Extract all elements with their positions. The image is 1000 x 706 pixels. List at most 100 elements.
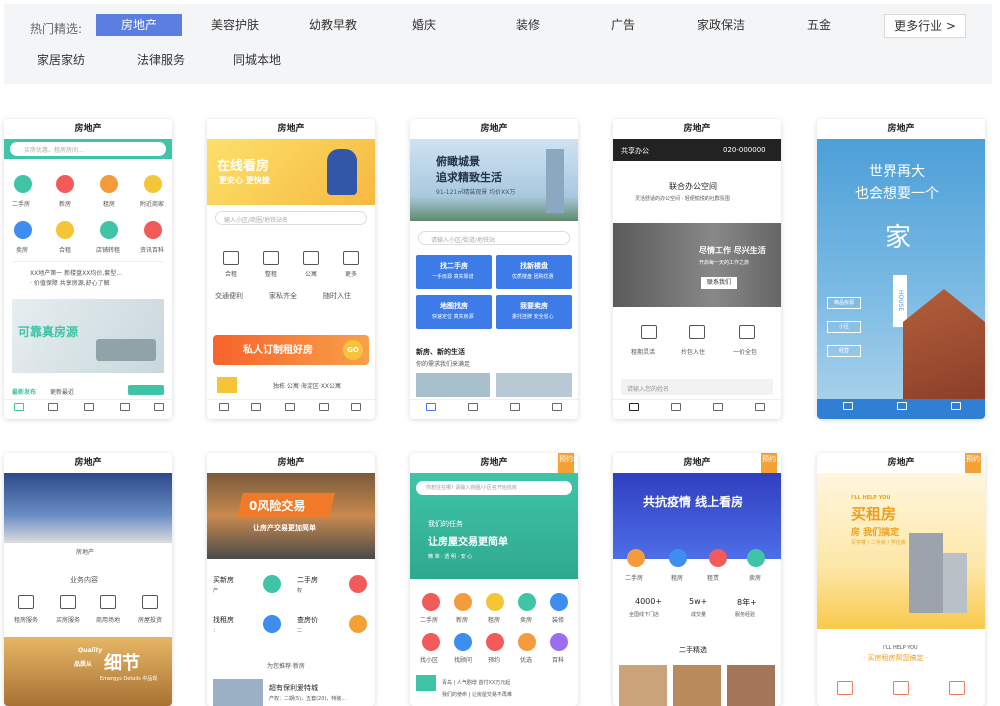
quality-banner[interactable]: Quality 细节 品质从 Emergys Details 中品现: [4, 637, 172, 706]
new-building-button[interactable]: 找新楼盘 优质楼盘 团购优惠: [496, 255, 572, 289]
filter-item-legal[interactable]: 法律服务: [126, 49, 196, 71]
second-hand-icon[interactable]: [627, 549, 645, 567]
more-industries-button[interactable]: 更多行业 >: [884, 14, 966, 38]
sell-icon[interactable]: [14, 221, 32, 239]
news-icon[interactable]: [144, 221, 162, 239]
share-rent-icon[interactable]: [56, 221, 74, 239]
shared-rent-icon[interactable]: [223, 251, 239, 265]
promo-banner[interactable]: 可靠真房源: [12, 299, 164, 373]
listing-image[interactable]: [673, 665, 721, 706]
new-house-icon[interactable]: [454, 593, 472, 611]
banner[interactable]: 在线看房 更安心 更快捷: [207, 139, 375, 205]
filter-item-home-textiles[interactable]: 家居家纺: [26, 49, 96, 71]
filter-item-beauty[interactable]: 美容护肤: [200, 14, 270, 36]
price-icon[interactable]: [349, 615, 367, 633]
decoration-icon[interactable]: [550, 593, 568, 611]
listing-image[interactable]: [213, 679, 263, 706]
template-card-8[interactable]: 房地产 预约 你想住在哪? 请输入商圈/小区名开始找房 我们的任务 让房屋交易更…: [410, 453, 578, 706]
space-tab-icon[interactable]: [671, 403, 681, 411]
map-search-button[interactable]: 地图找房 快速定位 真实房源: [416, 295, 492, 329]
home-tab-icon[interactable]: [843, 402, 853, 410]
news-line[interactable]: 我们的使命 | 让房屋交易不再难: [442, 691, 512, 698]
search-input[interactable]: 买房优惠、租房房间...: [10, 142, 166, 156]
home-tab-icon[interactable]: [629, 403, 639, 411]
banner[interactable]: 你想住在哪? 请输入商圈/小区名开始找房 我们的任务 让房屋交易更简单 精 准 …: [410, 473, 578, 579]
sell-house-button[interactable]: 我要卖房 委托挂牌 安全省心: [496, 295, 572, 329]
filter-item-early-education[interactable]: 幼教早教: [298, 14, 368, 36]
nearby-icon[interactable]: [144, 175, 162, 193]
more-icon[interactable]: [343, 251, 359, 265]
manage-button[interactable]: 经营: [827, 345, 861, 357]
listing-image[interactable]: [727, 665, 775, 706]
rent-service-icon[interactable]: [18, 595, 34, 609]
template-card-10[interactable]: 房地产 预约 I'LL HELP YOU 买租房 房 我们搞定 写字楼 / 二手…: [817, 453, 985, 706]
quality-listing-button[interactable]: 精品房源: [827, 297, 861, 309]
banner[interactable]: 0风险交易 让房产交易更加简单: [207, 473, 375, 559]
home-tab-icon[interactable]: [219, 403, 229, 411]
new-tab-icon[interactable]: [48, 403, 58, 411]
knowledge-tab-icon[interactable]: [951, 402, 961, 410]
second-tab-icon[interactable]: [84, 403, 94, 411]
wiki-icon[interactable]: [550, 633, 568, 651]
template-card-1[interactable]: 房地产 买房优惠、租房房间... 二手房 新房 租房 附近商家 卖房 合租 店铺…: [4, 119, 172, 419]
city-banner[interactable]: [4, 473, 172, 543]
filter-item-advertising[interactable]: 广告: [598, 14, 648, 36]
home-tab-icon[interactable]: [14, 403, 24, 411]
listing-image[interactable]: [416, 373, 490, 397]
commercial-icon[interactable]: [100, 595, 116, 609]
community-button[interactable]: 小区: [827, 321, 861, 333]
shop-transfer-icon[interactable]: [100, 221, 118, 239]
template-card-6[interactable]: 房地产 房地产 业务内容 租房服务 买房服务 商用场地 房屋投资 Quality…: [4, 453, 172, 706]
rent-icon[interactable]: [669, 549, 687, 567]
second-hand-icon[interactable]: [893, 681, 909, 695]
community-icon[interactable]: [422, 633, 440, 651]
investment-icon[interactable]: [142, 595, 158, 609]
search-input[interactable]: 输入小区/商圈/地铁站名: [215, 211, 367, 225]
about-tab-icon[interactable]: [552, 403, 562, 411]
template-card-4[interactable]: 房地产 共享办公 020-000000 联合办公空间 灵活舒适的办公空间 · 轻…: [613, 119, 781, 419]
lease-icon[interactable]: [709, 549, 727, 567]
phone-number[interactable]: 020-000000: [723, 146, 766, 154]
deals-tab-icon[interactable]: [251, 403, 261, 411]
template-card-9[interactable]: 房地产 预约 共抗疫情 线上看房 二手房 租房 租赁 卖房 4000+ 5w+ …: [613, 453, 781, 706]
template-card-7[interactable]: 房地产 0风险交易 让房产交易更加简单 买新房 产 二手房 权 找租房 ： 查房…: [207, 453, 375, 706]
template-card-3[interactable]: 房地产 俯瞰城景 追求精致生活 91-121㎡精装观景 均价XX万 请输入小区/…: [410, 119, 578, 419]
template-card-5[interactable]: 房地产 世界再大 也会想要一个 家 HOUSE 精品房源 小区 经营: [817, 119, 985, 419]
news-line[interactable]: 青岛 | 人气剧增 首付XX万元起: [442, 679, 510, 686]
school-house-icon[interactable]: [949, 681, 965, 695]
contact-tab-icon[interactable]: [755, 403, 765, 411]
listing-image[interactable]: [619, 665, 667, 706]
me-tab-icon[interactable]: [351, 403, 361, 411]
rent-icon[interactable]: [263, 615, 281, 633]
banner[interactable]: 俯瞰城景 追求精致生活 91-121㎡精装观景 均价XX万: [410, 139, 578, 221]
preferred-icon[interactable]: [518, 633, 536, 651]
sell-icon[interactable]: [518, 593, 536, 611]
filter-item-housekeeping[interactable]: 家政保洁: [686, 14, 756, 36]
filter-item-real-estate[interactable]: 房地产: [96, 14, 182, 36]
second-hand-icon[interactable]: [14, 175, 32, 193]
template-card-2[interactable]: 房地产 在线看房 更安心 更快捷 输入小区/商圈/地铁站名 合租 整租 公寓 更…: [207, 119, 375, 419]
new-house-icon[interactable]: [56, 175, 74, 193]
find-tab-icon[interactable]: [319, 403, 329, 411]
filter-item-local[interactable]: 同城本地: [222, 49, 292, 71]
buy-service-icon[interactable]: [60, 595, 76, 609]
advisor-icon[interactable]: [454, 633, 472, 651]
banner[interactable]: 共抗疫情 线上看房: [613, 473, 781, 559]
reserve-icon[interactable]: [486, 633, 504, 651]
name-input[interactable]: 请输入您的姓名: [621, 379, 773, 395]
contact-button[interactable]: 联系我们: [701, 277, 737, 289]
home-tab-icon[interactable]: [426, 403, 436, 411]
second-hand-button[interactable]: 找二手房 一手房源 真实靠谱: [416, 255, 492, 289]
filter-item-wedding[interactable]: 婚庆: [396, 14, 452, 36]
rent-icon[interactable]: [100, 175, 118, 193]
apartment-icon[interactable]: [303, 251, 319, 265]
search-input[interactable]: 请输入小区/街道/地铁站: [418, 231, 570, 245]
sell-icon[interactable]: [747, 549, 765, 567]
filter-item-hardware[interactable]: 五金: [796, 14, 842, 36]
office-banner[interactable]: 尽情工作 尽兴生活 开启每一天的工作之旅 联系我们: [613, 223, 781, 307]
new-house-icon[interactable]: [263, 575, 281, 593]
rent-icon[interactable]: [486, 593, 504, 611]
banner[interactable]: I'LL HELP YOU 买租房 房 我们搞定 写字楼 / 二手房 / 学位房: [817, 473, 985, 629]
listings-tab-icon[interactable]: [897, 402, 907, 410]
search-input[interactable]: 你想住在哪? 请输入商圈/小区名开始找房: [416, 481, 572, 495]
